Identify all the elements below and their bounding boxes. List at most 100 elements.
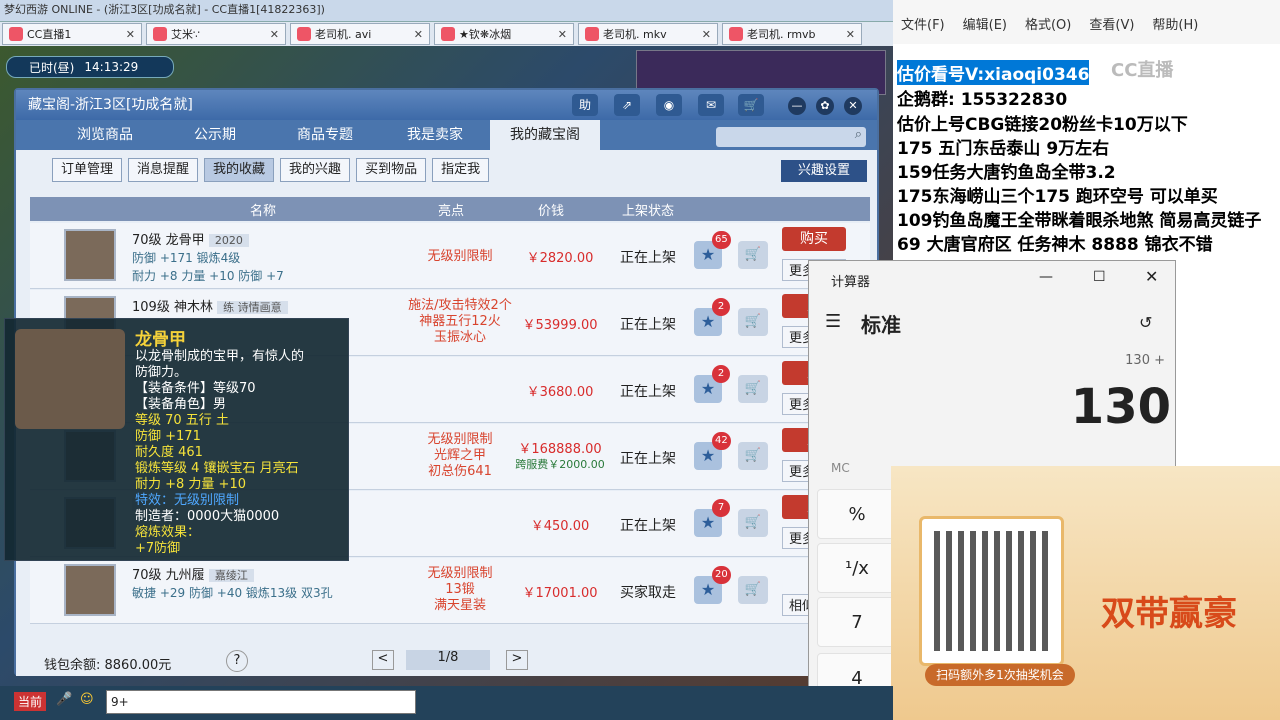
message-remind-button[interactable]: 消息提醒 bbox=[128, 158, 199, 182]
tab-icon bbox=[9, 27, 23, 41]
listing-status: 买家取走 bbox=[620, 585, 676, 601]
menu-view[interactable]: 查看(V) bbox=[1089, 14, 1134, 44]
percent-button[interactable]: % bbox=[817, 489, 897, 539]
add-cart-icon[interactable]: 🛒 bbox=[738, 576, 768, 604]
notepad-line: 69 大唐官府区 任务神木 8888 锦衣不错 bbox=[897, 235, 1213, 255]
item-price: ￥168888.00 bbox=[518, 442, 602, 457]
help-icon[interactable]: ? bbox=[226, 650, 248, 672]
menu-edit[interactable]: 编辑(E) bbox=[963, 14, 1007, 44]
close-icon[interactable]: ✕ bbox=[844, 97, 862, 115]
prev-page-button[interactable]: < bbox=[372, 650, 394, 670]
browser-tab[interactable]: 老司机. avi ✕ bbox=[290, 23, 430, 45]
close-icon[interactable]: ✕ bbox=[126, 28, 135, 41]
tab-icon bbox=[153, 27, 167, 41]
browser-tab[interactable]: 艾米∵ ✕ bbox=[146, 23, 286, 45]
window-title: 梦幻西游 ONLINE - (浙江3区[功成名就] - CC直播1[418223… bbox=[4, 3, 325, 16]
notepad-line: 175 五门东岳泰山 9万左右 bbox=[897, 139, 1110, 159]
my-interest-button[interactable]: 我的兴趣 bbox=[280, 158, 351, 182]
calc-maximize-icon[interactable]: ☐ bbox=[1093, 269, 1106, 285]
browser-tab[interactable]: ★钦❋冰烟 ✕ bbox=[434, 23, 574, 45]
item-price: ￥3680.00 bbox=[526, 385, 594, 400]
menu-file[interactable]: 文件(F) bbox=[901, 14, 945, 44]
search-input[interactable]: ⌕ bbox=[716, 127, 866, 147]
tab-seller[interactable]: 我是卖家 bbox=[380, 120, 490, 150]
interest-settings-button[interactable]: 兴趣设置 bbox=[781, 160, 867, 182]
browser-tab-bar: CC直播1 ✕ 艾米∵ ✕ 老司机. avi ✕ ★钦❋冰烟 ✕ 老司机. mkv ✕ 老… bbox=[0, 22, 893, 46]
browser-tab[interactable]: 老司机. mkv ✕ bbox=[578, 23, 718, 45]
ad-caption: 扫码额外多1次抽奖机会 bbox=[925, 664, 1075, 686]
search-icon[interactable]: ⌕ bbox=[855, 127, 862, 142]
tab-browse[interactable]: 浏览商品 bbox=[50, 120, 160, 150]
add-cart-icon[interactable]: 🛒 bbox=[738, 308, 768, 336]
close-icon[interactable]: ✕ bbox=[702, 28, 711, 41]
history-icon[interactable]: ↺ bbox=[1139, 313, 1152, 332]
digit-7-button[interactable]: 7 bbox=[817, 597, 897, 647]
game-clock: 已时(昼) 14:13:29 bbox=[6, 56, 174, 78]
chat-channel[interactable]: 当前 bbox=[14, 692, 47, 711]
my-favorites-button[interactable]: 我的收藏 bbox=[204, 158, 275, 182]
notepad-menu: 文件(F) 编辑(E) 格式(O) 查看(V) 帮助(H) bbox=[893, 0, 1280, 44]
microphone-icon[interactable]: 🎤 bbox=[56, 692, 72, 707]
emoji-icon[interactable]: ☺ bbox=[80, 692, 94, 707]
close-icon[interactable]: ✕ bbox=[558, 28, 567, 41]
close-icon[interactable]: ✕ bbox=[846, 28, 855, 41]
browser-tab[interactable]: 老司机. rmvb ✕ bbox=[722, 23, 862, 45]
tab-publicity[interactable]: 公示期 bbox=[160, 120, 270, 150]
item-price: ￥53999.00 bbox=[522, 318, 598, 333]
calc-close-icon[interactable]: ✕ bbox=[1145, 267, 1158, 286]
memory-clear-button[interactable]: MC bbox=[831, 461, 850, 475]
item-thumbnail[interactable] bbox=[64, 564, 116, 616]
item-tag: 嘉绫江 bbox=[208, 569, 254, 582]
add-cart-icon[interactable]: 🛒 bbox=[738, 375, 768, 403]
designated-me-button[interactable]: 指定我 bbox=[432, 158, 490, 182]
cart-icon[interactable]: 🛒 bbox=[738, 94, 764, 116]
item-price: ￥450.00 bbox=[530, 519, 590, 534]
close-icon[interactable]: ✕ bbox=[414, 28, 423, 41]
bought-items-button[interactable]: 买到物品 bbox=[356, 158, 427, 182]
table-footer: 钱包余额: 8860.00元 ? < 1/8 > bbox=[16, 646, 877, 676]
menu-format[interactable]: 格式(O) bbox=[1025, 14, 1071, 44]
item-thumbnail[interactable] bbox=[64, 229, 116, 281]
minimize-icon[interactable]: — bbox=[788, 97, 806, 115]
next-page-button[interactable]: > bbox=[506, 650, 528, 670]
col-feature: 亮点 bbox=[438, 204, 465, 219]
table-row[interactable]: 70级 龙骨甲 2020 防御 +171 锻炼4级 耐力 +8 力量 +10 防御 … bbox=[30, 223, 870, 289]
order-manage-button[interactable]: 订单管理 bbox=[52, 158, 123, 182]
close-icon[interactable]: ✕ bbox=[270, 28, 279, 41]
settings-icon[interactable]: ✿ bbox=[816, 97, 834, 115]
tab-my-cbg[interactable]: 我的藏宝阁 bbox=[490, 120, 600, 150]
reciprocal-button[interactable]: ¹/x bbox=[817, 543, 897, 593]
item-name: 龙骨甲 bbox=[135, 330, 186, 350]
calc-expression: 130 + bbox=[1125, 353, 1165, 368]
favorite-count: 20 bbox=[712, 566, 731, 584]
wallet-balance: 钱包余额: 8860.00元 bbox=[44, 658, 172, 673]
item-name: 109级 神木林 练 诗情画意 bbox=[132, 296, 288, 315]
notepad-line: 109钓鱼岛魔王全带眯着眼杀地煞 简易高灵链子 bbox=[897, 211, 1262, 231]
menu-icon[interactable]: ☰ bbox=[825, 311, 841, 332]
table-row[interactable]: 70级 九州履 嘉绫江 敏捷 +29 防御 +40 锻炼13级 双3孔 无级别限制 1… bbox=[30, 558, 870, 624]
calc-app-name: 计算器 bbox=[831, 275, 871, 290]
tooltip-line: 耐力 +8 力量 +10 bbox=[135, 477, 246, 492]
tab-topics[interactable]: 商品专题 bbox=[270, 120, 380, 150]
add-cart-icon[interactable]: 🛒 bbox=[738, 442, 768, 470]
tab-icon bbox=[297, 27, 311, 41]
add-cart-icon[interactable]: 🛒 bbox=[738, 509, 768, 537]
add-cart-icon[interactable]: 🛒 bbox=[738, 241, 768, 269]
tooltip-line: 特效：无级别限制 bbox=[135, 493, 240, 508]
feature-text: 玉振冰心 bbox=[433, 330, 486, 345]
tooltip-line: 防御力。 bbox=[135, 365, 188, 380]
tooltip-line: 锻炼等级 4 镶嵌宝石 月亮石 bbox=[135, 461, 299, 476]
window-title-bar: 梦幻西游 ONLINE - (浙江3区[功成名就] - CC直播1[418223… bbox=[0, 0, 893, 22]
record-icon[interactable]: ◉ bbox=[656, 94, 682, 116]
help-button[interactable]: 助 bbox=[572, 94, 598, 116]
browser-tab[interactable]: CC直播1 ✕ bbox=[2, 23, 142, 45]
ad-banner[interactable]: 扫码额外多1次抽奖机会 双带赢豪 bbox=[891, 466, 1280, 720]
menu-help[interactable]: 帮助(H) bbox=[1152, 14, 1198, 44]
buy-button[interactable]: 购买 bbox=[782, 227, 846, 251]
notepad-line: 159任务大唐钓鱼岛全带3.2 bbox=[897, 163, 1116, 183]
share-icon[interactable]: ⇗ bbox=[614, 94, 640, 116]
calc-minimize-icon[interactable]: — bbox=[1039, 269, 1053, 285]
chat-input[interactable]: 9+ bbox=[106, 690, 416, 714]
feature-text: 满天星装 bbox=[433, 598, 486, 613]
message-icon[interactable]: ✉ bbox=[698, 94, 724, 116]
